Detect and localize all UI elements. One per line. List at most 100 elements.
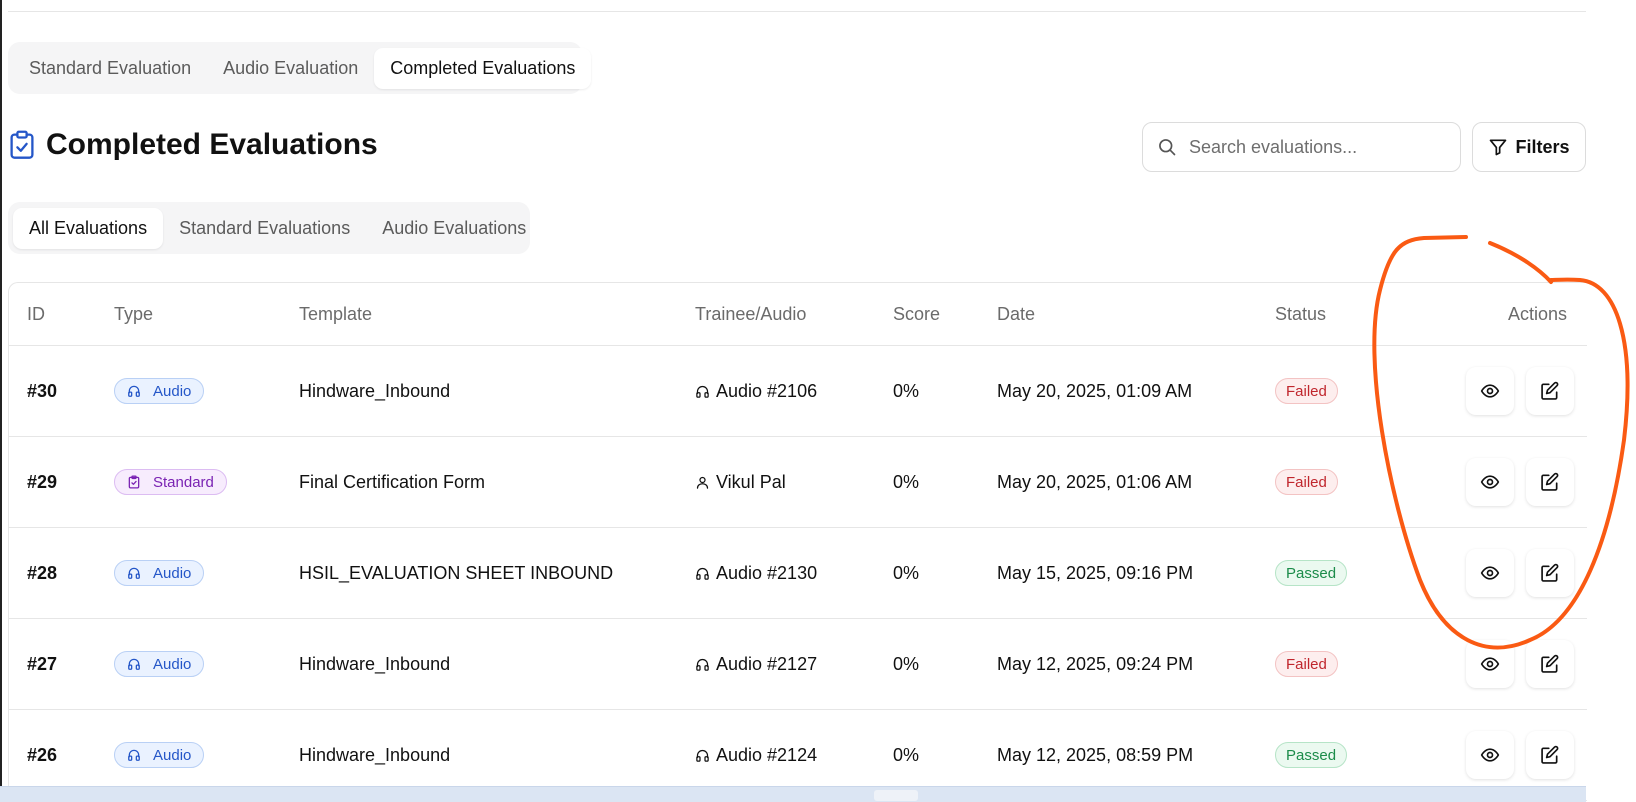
evaluation-type-tabs: All Evaluations Standard Evaluations Aud… (8, 202, 530, 254)
template-name: Final Certification Form (299, 471, 486, 492)
edit-button[interactable] (1526, 731, 1574, 779)
tab-completed-evaluations[interactable]: Completed Evaluations (374, 47, 592, 89)
search-input[interactable] (1187, 135, 1441, 159)
trainee-label: Audio #2124 (716, 744, 818, 765)
headphones-icon (695, 566, 710, 581)
evaluation-date: May 15, 2025, 09:16 PM (997, 562, 1194, 583)
table-row[interactable]: #29 Standard Final Certification Form Vikul… (9, 437, 1587, 528)
headphones-icon (127, 748, 147, 762)
table-row[interactable]: #28 Audio HSIL_EVALUATION SHEET INBOUND Aud… (9, 528, 1587, 619)
view-button[interactable] (1466, 549, 1514, 597)
evaluation-id: #30 (27, 380, 58, 401)
view-button[interactable] (1466, 458, 1514, 506)
column-header-actions: Actions (1507, 303, 1567, 324)
type-label: Audio (153, 746, 192, 764)
type-badge: Standard (114, 469, 227, 495)
headphones-icon (695, 748, 710, 763)
type-cell: Audio (114, 619, 205, 709)
column-header-type[interactable]: Type (114, 283, 153, 345)
actions-cell (1466, 528, 1586, 618)
type-badge: Audio (114, 560, 205, 586)
headphones-icon (127, 657, 147, 671)
eye-icon (1480, 381, 1500, 401)
scrollbar-thumb[interactable] (874, 790, 918, 801)
view-button[interactable] (1466, 367, 1514, 415)
template-name: HSIL_EVALUATION SHEET INBOUND (299, 562, 614, 583)
evaluation-id: #28 (27, 562, 58, 583)
tab-standard-evaluations[interactable]: Standard Evaluations (163, 208, 366, 249)
evaluation-date: May 20, 2025, 01:06 AM (997, 471, 1193, 492)
table-row[interactable]: #30 Audio Hindware_Inbound Audio #2106 0% May… (9, 346, 1587, 437)
eye-icon (1480, 745, 1500, 765)
edit-button[interactable] (1526, 549, 1574, 597)
page-header: Completed Evaluations (8, 128, 378, 162)
score-value: 0% (893, 562, 920, 583)
template-name: Hindware_Inbound (299, 380, 451, 401)
clipboard-icon (127, 475, 147, 489)
view-button[interactable] (1466, 731, 1514, 779)
table-header: ID Type Template Trainee/Audio Score Dat… (9, 283, 1587, 346)
score-value: 0% (893, 380, 920, 401)
edit-icon (1540, 472, 1560, 492)
page-title: Completed Evaluations (46, 128, 378, 161)
headphones-icon (695, 384, 710, 399)
eye-icon (1480, 563, 1500, 583)
table-row[interactable]: #27 Audio Hindware_Inbound Audio #2127 0% May… (9, 619, 1587, 710)
table-body: #30 Audio Hindware_Inbound Audio #2106 0% May… (9, 346, 1587, 801)
actions-cell (1466, 346, 1586, 436)
trainee-label: Audio #2127 (716, 653, 818, 674)
status-badge: Passed (1275, 742, 1348, 768)
headphones-icon (695, 657, 710, 672)
column-header-template[interactable]: Template (299, 283, 372, 345)
window-edge (0, 0, 2, 801)
filters-label: Filters (1515, 136, 1570, 157)
trainee-cell: Audio #2127 (695, 619, 817, 709)
filters-button[interactable]: Filters (1472, 122, 1586, 172)
evaluation-id: #29 (27, 471, 58, 492)
type-badge: Audio (114, 651, 205, 677)
evaluation-mode-tabs: Standard Evaluation Audio Evaluation Com… (8, 42, 592, 94)
type-label: Audio (153, 564, 192, 582)
column-header-status[interactable]: Status (1275, 283, 1326, 345)
status-cell: Failed (1275, 437, 1338, 527)
evaluations-table: ID Type Template Trainee/Audio Score Dat… (8, 282, 1587, 801)
edit-icon (1540, 381, 1560, 401)
status-badge: Failed (1275, 378, 1338, 404)
edit-button[interactable] (1526, 367, 1574, 415)
status-badge: Passed (1275, 560, 1348, 586)
status-cell: Failed (1275, 346, 1338, 436)
trainee-cell: Vikul Pal (695, 437, 786, 527)
score-value: 0% (893, 653, 920, 674)
tab-audio-evaluation[interactable]: Audio Evaluation (207, 48, 374, 89)
tab-standard-evaluation[interactable]: Standard Evaluation (13, 48, 207, 89)
funnel-icon (1490, 139, 1507, 156)
column-header-date[interactable]: Date (997, 283, 1035, 345)
search-icon (1159, 139, 1176, 156)
type-cell: Standard (114, 437, 227, 527)
trainee-cell: Audio #2130 (695, 528, 817, 618)
status-cell: Passed (1275, 528, 1348, 618)
column-header-trainee[interactable]: Trainee/Audio (695, 283, 806, 345)
score-value: 0% (893, 471, 920, 492)
eye-icon (1480, 472, 1500, 492)
edit-button[interactable] (1526, 458, 1574, 506)
tab-all-evaluations[interactable]: All Evaluations (13, 207, 164, 249)
eye-icon (1480, 654, 1500, 674)
type-cell: Audio (114, 528, 205, 618)
clipboard-check-icon (10, 130, 34, 159)
column-header-id[interactable]: ID (27, 283, 45, 345)
search-box (1142, 122, 1461, 172)
tab-audio-evaluations[interactable]: Audio Evaluations (366, 208, 542, 249)
type-badge: Audio (114, 378, 205, 404)
column-header-score[interactable]: Score (893, 283, 940, 345)
horizontal-scrollbar[interactable] (0, 786, 1586, 802)
edit-icon (1540, 654, 1560, 674)
actions-cell (1466, 619, 1586, 709)
edit-button[interactable] (1526, 640, 1574, 688)
type-label: Audio (153, 382, 192, 400)
view-button[interactable] (1466, 640, 1514, 688)
headphones-icon (127, 566, 147, 580)
type-cell: Audio (114, 346, 205, 436)
trainee-label: Vikul Pal (716, 471, 786, 492)
evaluation-id: #27 (27, 653, 58, 674)
